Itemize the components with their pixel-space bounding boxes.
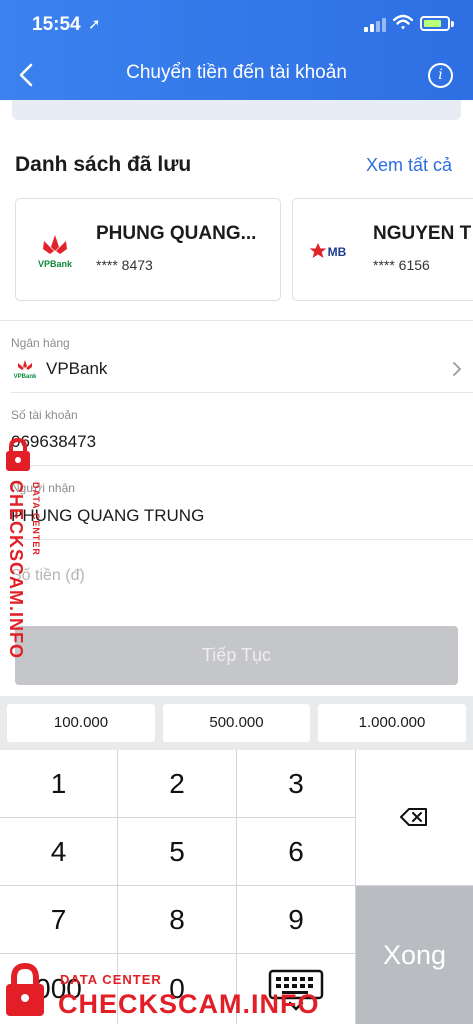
saved-card-name: NGUYEN T bbox=[373, 223, 472, 244]
see-all-link[interactable]: Xem tất cả bbox=[366, 155, 452, 176]
vpbank-small-logo-icon: VPBank bbox=[14, 360, 37, 380]
back-icon[interactable] bbox=[12, 60, 42, 90]
battery-tip bbox=[451, 21, 454, 27]
key-6[interactable]: 6 bbox=[237, 818, 355, 885]
page-title: Chuyển tiền đến tài khoản bbox=[126, 62, 347, 83]
watermark-bottom-lock-icon bbox=[6, 962, 44, 1016]
info-icon[interactable]: i bbox=[428, 63, 453, 88]
done-key[interactable]: Xong bbox=[356, 886, 473, 1024]
key-3[interactable]: 3 bbox=[237, 750, 355, 817]
watermark-bottom-sub: DATA CENTER bbox=[60, 972, 162, 987]
location-icon: ➚ bbox=[88, 16, 101, 33]
key-2[interactable]: 2 bbox=[118, 750, 236, 817]
field-divider bbox=[11, 392, 473, 393]
mb-logo-icon: MB bbox=[309, 243, 347, 259]
bank-select[interactable]: VPBank bbox=[46, 359, 107, 379]
watermark-side-sub: DATA CENTER bbox=[31, 482, 41, 556]
field-divider bbox=[11, 539, 473, 540]
key-1[interactable]: 1 bbox=[0, 750, 117, 817]
wifi-icon bbox=[393, 14, 413, 30]
backspace-key[interactable] bbox=[356, 750, 473, 885]
vpbank-logo-text: VPBank bbox=[38, 259, 73, 269]
saved-card-name: PHUNG QUANG... bbox=[96, 223, 257, 244]
key-7[interactable]: 7 bbox=[0, 886, 117, 953]
saved-card-account: **** 8473 bbox=[96, 257, 153, 273]
continue-button[interactable]: Tiếp Tục bbox=[15, 626, 458, 685]
quick-amount-button[interactable]: 500.000 bbox=[163, 704, 310, 742]
quick-amount-button[interactable]: 100.000 bbox=[7, 704, 155, 742]
key-9[interactable]: 9 bbox=[237, 886, 355, 953]
battery-icon bbox=[420, 16, 450, 31]
header: 15:54 ➚ Chuyển tiền đến tài khoản i bbox=[0, 0, 473, 106]
saved-card[interactable]: MB NGUYEN T **** 6156 bbox=[292, 198, 473, 301]
divider bbox=[0, 320, 473, 321]
backspace-icon bbox=[400, 808, 427, 826]
mb-logo-text: MB bbox=[328, 245, 347, 259]
watermark-side: CHECKSCAM.INFO DATA CENTER bbox=[2, 437, 52, 667]
account-number-label: Số tài khoản bbox=[11, 408, 78, 422]
key-5[interactable]: 5 bbox=[118, 818, 236, 885]
bank-label: Ngân hàng bbox=[11, 336, 70, 350]
header-strip bbox=[0, 100, 473, 122]
watermark-bottom-text: CHECKSCAM.INFO bbox=[58, 989, 320, 1019]
field-divider bbox=[11, 465, 473, 466]
saved-list-title: Danh sách đã lưu bbox=[15, 153, 192, 176]
key-4[interactable]: 4 bbox=[0, 818, 117, 885]
watermark-side-text: CHECKSCAM.INFO bbox=[6, 480, 26, 659]
transfer-screen: 15:54 ➚ Chuyển tiền đến tài khoản i Danh… bbox=[0, 0, 473, 1024]
signal-icon bbox=[364, 18, 386, 32]
vpbank-small-logo-text: VPBank bbox=[14, 374, 37, 380]
chevron-right-icon[interactable] bbox=[451, 361, 463, 377]
quick-amount-button[interactable]: 1.000.000 bbox=[318, 704, 466, 742]
saved-card[interactable]: VPBank PHUNG QUANG... **** 8473 bbox=[15, 198, 281, 301]
watermark-lock-icon bbox=[6, 437, 30, 471]
key-8[interactable]: 8 bbox=[118, 886, 236, 953]
quick-amounts: 100.000 500.000 1.000.000 bbox=[0, 696, 473, 750]
vpbank-logo-icon: VPBank bbox=[38, 235, 73, 269]
saved-card-account: **** 6156 bbox=[373, 257, 430, 273]
status-time: 15:54 bbox=[32, 14, 81, 35]
